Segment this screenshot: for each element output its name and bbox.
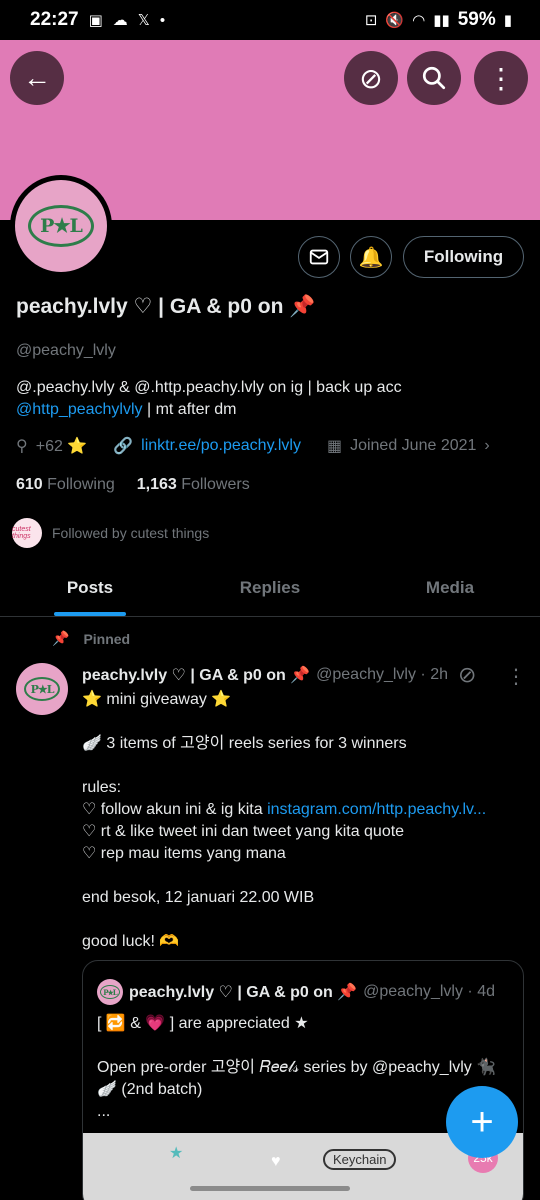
battery-text: 59%	[457, 9, 496, 30]
grok-button[interactable]: ⊘	[344, 51, 398, 105]
back-button[interactable]: ←	[10, 51, 64, 105]
profile-tabs: Posts Replies Media	[0, 560, 540, 617]
tweet-handle-time[interactable]: @peachy_lvly · 2h	[316, 666, 448, 684]
bio-tail: | mt after dm	[142, 401, 237, 418]
star-decoration-icon: ★	[169, 1145, 184, 1162]
follower-avatar: cutest things	[12, 518, 42, 548]
tweet-line: good luck! 🫶	[82, 933, 180, 950]
profile-meta: ⚲ +62 ⭐ 🔗 linktr.ee/po.peachy.lvly ▦ Joi…	[16, 436, 490, 456]
cloud-icon: ☁	[112, 12, 128, 29]
quote-handle-time: @peachy_lvly · 4d	[363, 983, 495, 1000]
heart-decoration-icon: ♥	[271, 1153, 281, 1170]
pin-icon: 📌	[52, 630, 70, 646]
compose-button[interactable]: +	[446, 1086, 518, 1158]
grok-icon[interactable]: ⊘	[458, 662, 476, 688]
tweet-more-icon[interactable]: ⋮	[506, 664, 526, 689]
location-icon: ⚲	[16, 438, 28, 455]
battery-icon: ▮	[503, 12, 512, 29]
signal-icon: ▮▮	[433, 12, 450, 29]
quote-author-name: peachy.lvly ♡ | GA & p0 on 📌	[129, 984, 358, 1001]
gallery-icon: ▣	[88, 12, 103, 29]
x-icon: 𝕏	[137, 12, 150, 29]
following-button[interactable]: Following	[403, 236, 524, 278]
website-link[interactable]: linktr.ee/po.peachy.lvly	[141, 437, 301, 455]
gesture-bar[interactable]	[190, 1186, 350, 1191]
quote-avatar: P★L	[97, 979, 123, 1005]
status-right: ⊡ 🔇 ◠ ▮▮ 59% ▮	[365, 9, 512, 31]
bio-line-2: @http_peachylvly | mt after dm	[16, 399, 526, 421]
tab-replies[interactable]: Replies	[180, 560, 360, 616]
tweet-line	[82, 711, 522, 733]
tweet-header: peachy.lvly ♡ | GA & p0 on 📌 @peachy_lvl…	[82, 665, 448, 685]
profile-bio: @.peachy.lvly & @.http.peachy.lvly on ig…	[16, 377, 526, 421]
tab-media[interactable]: Media	[360, 560, 540, 616]
tweet-line	[82, 865, 522, 887]
bell-plus-icon: 🔔	[358, 246, 384, 269]
tweet-avatar[interactable]: P★L	[16, 663, 68, 715]
active-tab-indicator	[54, 612, 126, 616]
tweet-text: ⭐ mini giveaway ⭐ 🪽 3 items of 고양이 reels…	[82, 689, 522, 953]
tweet-line: ⭐ mini giveaway ⭐	[82, 691, 232, 708]
pinned-label: 📌 Pinned	[52, 630, 131, 647]
grok-icon: ⊘	[359, 62, 383, 94]
status-left: 22:27 ▣ ☁ 𝕏 •	[30, 9, 165, 31]
quote-line: [ 🔁 & 💗 ] are appreciated ★	[97, 1015, 309, 1032]
tweet-line: rules:	[82, 779, 122, 796]
tweet-author-name[interactable]: peachy.lvly ♡ | GA & p0 on 📌	[82, 665, 310, 685]
tweet-line: 🪽 3 items of 고양이 reels series for 3 winn…	[82, 735, 407, 752]
followed-by-text: Followed by cutest things	[52, 525, 210, 541]
instagram-link[interactable]: instagram.com/http.peachy.lv...	[267, 801, 486, 818]
tweet-line: end besok, 12 januari 22.00 WIB	[82, 889, 315, 906]
following-count-link[interactable]: 610 Following	[16, 476, 115, 494]
plus-icon: +	[470, 1099, 494, 1144]
tab-posts[interactable]: Posts	[0, 560, 180, 616]
quote-header: P★L peachy.lvly ♡ | GA & p0 on 📌 @peachy…	[97, 979, 495, 1005]
pl-logo-xs: P★L	[100, 985, 120, 999]
mail-icon	[309, 249, 329, 265]
status-bar: 22:27 ▣ ☁ 𝕏 • ⊡ 🔇 ◠ ▮▮ 59% ▮	[0, 0, 540, 40]
dot-icon: •	[159, 11, 166, 29]
joined-date: Joined June 2021	[350, 437, 477, 454]
pl-logo-small: P★L	[24, 677, 60, 701]
tweet-line: ♡ rt & like tweet ini dan tweet yang kit…	[82, 823, 405, 840]
followers-count-link[interactable]: 1,163 Followers	[137, 476, 250, 494]
search-button[interactable]	[407, 51, 461, 105]
back-arrow-icon: ←	[23, 62, 51, 93]
more-button[interactable]: ⋮	[474, 51, 528, 105]
bio-mention-link[interactable]: @http_peachylvly	[16, 401, 143, 418]
tweet-line	[82, 909, 522, 931]
tweet-line: ♡ rep mau items yang mana	[82, 845, 286, 862]
chevron-right-icon[interactable]: ›	[484, 437, 489, 455]
clock: 22:27	[30, 9, 79, 30]
wifi-icon: ◠	[412, 12, 426, 29]
search-icon	[422, 66, 446, 90]
tweet-line	[82, 755, 522, 777]
link-icon: 🔗	[113, 438, 134, 455]
bio-line: @.peachy.lvly & @.http.peachy.lvly on ig…	[16, 379, 402, 396]
more-vertical-icon: ⋮	[487, 62, 515, 94]
profile-handle: @peachy_lvly	[16, 342, 116, 359]
quote-line: Open pre-order 고양이 𝑅𝑒𝑒𝓁𝓈 series by @peac…	[97, 1059, 497, 1076]
quote-line	[97, 1035, 517, 1057]
follow-counts: 610 Following 1,163 Followers	[16, 476, 250, 494]
message-button[interactable]	[298, 236, 340, 278]
location-text: +62 ⭐	[35, 438, 88, 455]
display-name: peachy.lvly ♡ | GA & p0 on 📌	[16, 295, 316, 318]
profile-avatar[interactable]: P★L	[10, 175, 112, 277]
quoted-tweet[interactable]: P★L peachy.lvly ♡ | GA & p0 on 📌 @peachy…	[82, 960, 524, 1200]
followed-by[interactable]: cutest things Followed by cutest things	[12, 518, 209, 548]
calendar-icon: ▦	[326, 438, 343, 455]
lock-icon: ⊡	[364, 12, 378, 29]
mute-icon: 🔇	[385, 12, 405, 29]
keychain-label: Keychain	[323, 1149, 397, 1170]
tweet-line-rules: ♡ follow akun ini & ig kita instagram.co…	[82, 801, 487, 818]
pl-logo: P★L	[28, 205, 94, 247]
notify-button[interactable]: 🔔	[350, 236, 392, 278]
